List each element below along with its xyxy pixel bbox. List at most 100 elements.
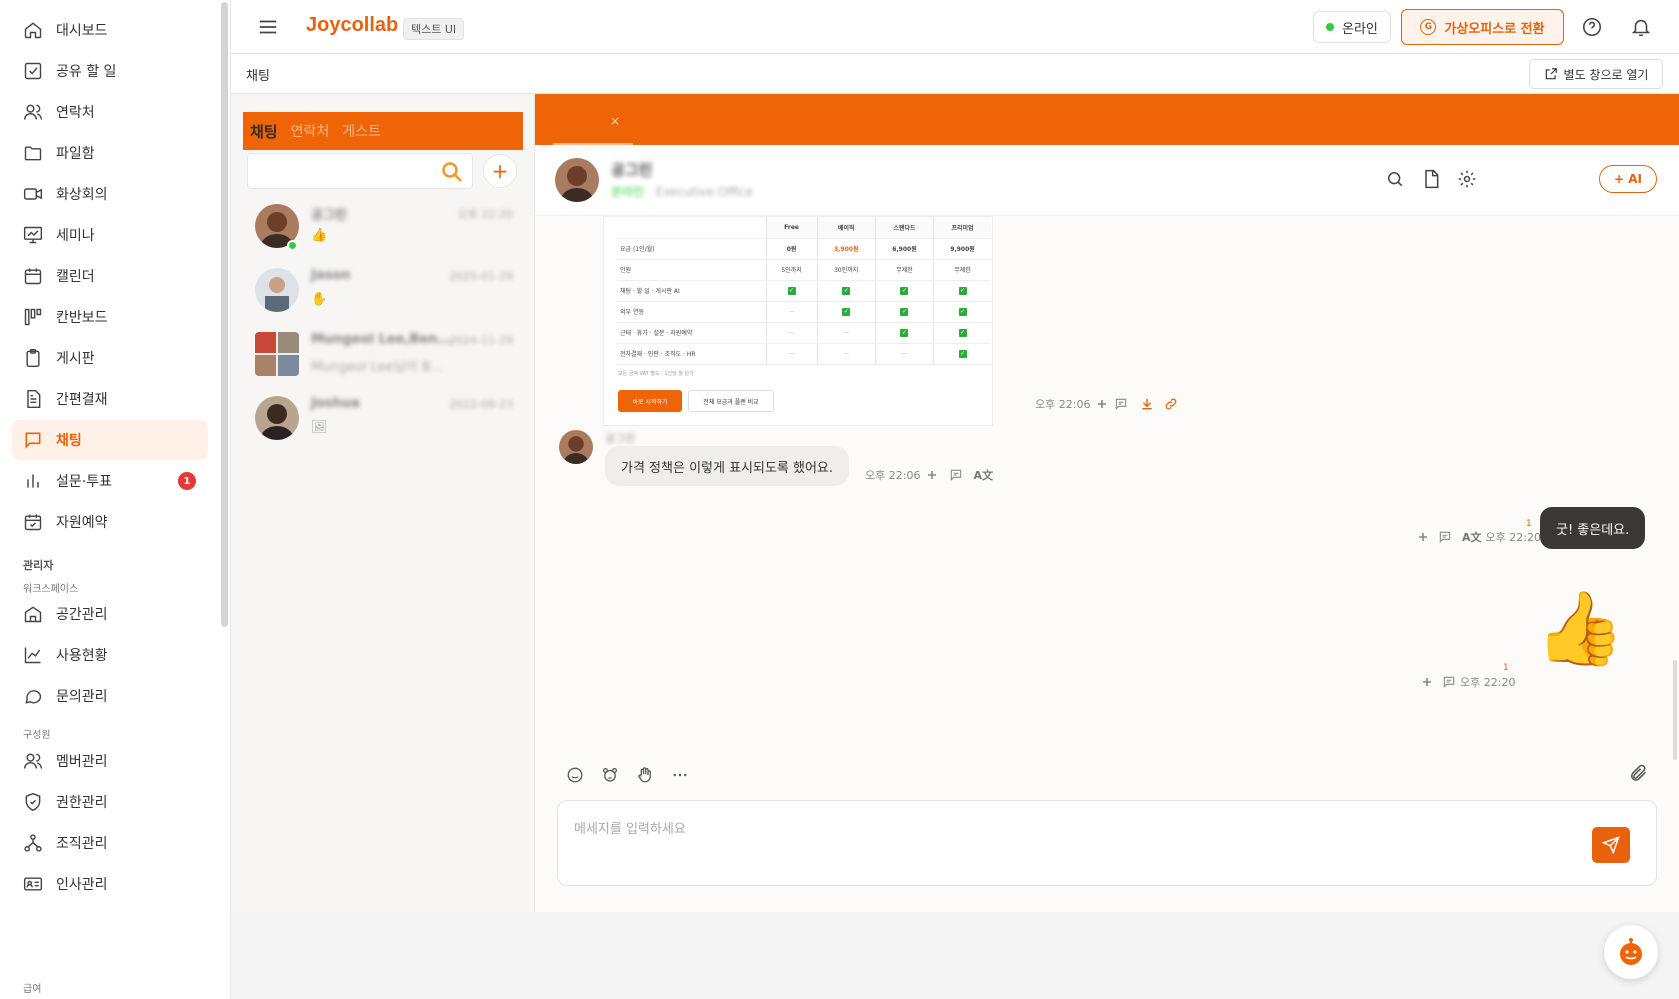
status-selector[interactable]: 온라인 <box>1313 11 1391 43</box>
check-icon: ✓ <box>958 328 967 337</box>
line-chart-icon <box>22 644 44 666</box>
plus-icon[interactable] <box>1097 399 1107 409</box>
sidebar-item-seminar[interactable]: 세미나 <box>12 215 208 255</box>
unread-count: 1 <box>1526 519 1532 529</box>
translate-icon[interactable]: A文 <box>973 467 993 483</box>
avatar[interactable] <box>555 158 599 202</box>
clipboard-icon <box>22 347 44 369</box>
conversation-name: 공그린 <box>311 208 347 223</box>
sidebar-item-chat[interactable]: 채팅 <box>12 420 208 460</box>
new-chat-button[interactable]: + <box>483 154 517 188</box>
reply-icon[interactable] <box>949 468 963 482</box>
online-status-dot <box>1326 23 1334 31</box>
sidebar-item-dashboard[interactable]: 대시보드 <box>12 10 208 50</box>
ai-button[interactable]: + AI <box>1599 165 1657 193</box>
search-icon[interactable] <box>440 160 464 188</box>
chat-search-input[interactable] <box>247 153 473 189</box>
paperclip-icon[interactable] <box>1628 763 1650 785</box>
sidebar-item-contacts[interactable]: 연락처 <box>12 92 208 132</box>
link-icon[interactable] <box>1164 397 1178 411</box>
more-icon[interactable] <box>668 763 692 787</box>
translate-icon[interactable]: A文 <box>1462 529 1482 545</box>
brand-logo[interactable]: Joycollab <box>306 14 398 37</box>
tab-chat[interactable]: 채팅 <box>250 121 278 142</box>
sidebar-item-calendar[interactable]: 캘린더 <box>12 256 208 296</box>
table-cell: 무제한 <box>933 259 991 281</box>
sidebar-item-kanban[interactable]: 칸반보드 <box>12 297 208 337</box>
emoji-icon[interactable] <box>563 763 587 787</box>
group-avatar <box>255 332 299 376</box>
plus-icon[interactable] <box>1418 532 1428 542</box>
sidebar-item-permission[interactable]: 권한관리 <box>12 782 208 822</box>
sidebar-item-reservation[interactable]: 자원예약 <box>12 502 208 542</box>
sidebar-item-video[interactable]: 화상회의 <box>12 174 208 214</box>
table-cell: ✓ <box>933 322 991 344</box>
kanban-icon <box>22 306 44 328</box>
check-icon: ✓ <box>958 286 967 295</box>
sidebar-item-space-admin[interactable]: 공간관리 <box>12 594 208 634</box>
chat-scrollbar[interactable] <box>1673 660 1677 760</box>
calendar-check-icon <box>22 511 44 533</box>
sticker-icon[interactable] <box>598 763 622 787</box>
assistant-bot-button[interactable] <box>1604 925 1658 979</box>
home-icon <box>22 19 44 41</box>
chat-tab-bar: × <box>535 94 1679 145</box>
message-bubble-own[interactable]: 굿! 좋은데요. <box>1540 507 1646 549</box>
close-tab-icon[interactable]: × <box>610 114 620 128</box>
shield-icon <box>22 791 44 813</box>
chat-icon <box>22 429 44 451</box>
search-icon[interactable] <box>1385 169 1407 191</box>
sidebar-item-label: 파일함 <box>56 146 95 162</box>
list-item[interactable]: 공그린 오후 22:20 👍 <box>243 196 523 258</box>
reply-icon[interactable] <box>1442 675 1456 689</box>
check-icon: ✓ <box>900 286 909 295</box>
sidebar-item-files[interactable]: 파일함 <box>12 133 208 173</box>
help-icon[interactable] <box>1581 16 1603 38</box>
table-header-row: Free 베이직 스탠다드 프리미엄 <box>616 217 991 239</box>
avatar[interactable] <box>559 430 593 464</box>
app-root: 대시보드 공유 할 일 연락처 파일함 화상회의 세미나 캘린더 칸반보드 게시… <box>0 0 1679 999</box>
unread-count: 1 <box>1503 663 1509 673</box>
conversation-preview: 🖼 <box>311 420 328 435</box>
gear-icon[interactable] <box>1457 169 1479 191</box>
plus-icon[interactable] <box>927 470 937 480</box>
wave-hand-icon[interactable] <box>633 763 657 787</box>
plus-icon[interactable] <box>1422 677 1432 687</box>
file-icon[interactable] <box>1421 169 1443 191</box>
emoji-message[interactable]: 👍 <box>1535 592 1625 664</box>
table-cell: 외부 연동 <box>616 301 766 323</box>
bell-icon[interactable] <box>1630 16 1652 38</box>
check-icon: ✓ <box>787 286 796 295</box>
hamburger-menu-icon[interactable] <box>257 16 279 38</box>
sidebar-item-usage[interactable]: 사용현황 <box>12 635 208 675</box>
tab-guest[interactable]: 게스트 <box>342 121 381 141</box>
sidebar-item-survey[interactable]: 설문·투표 1 <box>12 461 208 501</box>
download-icon[interactable] <box>1140 397 1154 411</box>
sidebar-item-hr[interactable]: 인사관리 <box>12 864 208 904</box>
sidebar-item-label: 조직관리 <box>56 836 108 852</box>
list-item[interactable]: Joshua 2022-08-23 🖼 <box>243 388 523 450</box>
open-new-window-button[interactable]: 별도 창으로 열기 <box>1529 59 1663 89</box>
table-header-cell: Free <box>765 217 818 239</box>
sidebar-item-shared-todo[interactable]: 공유 할 일 <box>12 51 208 91</box>
sidebar-item-approval[interactable]: 간편결재 <box>12 379 208 419</box>
image-message[interactable]: Free 베이직 스탠다드 프리미엄 요금 (1인/월) 0원 3,900원 6… <box>603 216 993 426</box>
sidebar-scrollbar[interactable] <box>221 2 228 627</box>
sidebar-item-org[interactable]: 조직관리 <box>12 823 208 863</box>
sidebar-item-inquiry[interactable]: 문의관리 <box>12 676 208 716</box>
list-item[interactable]: Jason 2025-01-29 ✋ <box>243 260 523 322</box>
message-bubble[interactable]: 가격 정책은 이렇게 표시되도록 했어요. <box>605 446 850 486</box>
list-item[interactable]: Mungeol Lee,Ben... 2024-11-29 Mungeol Le… <box>243 324 523 386</box>
sidebar: 대시보드 공유 할 일 연락처 파일함 화상회의 세미나 캘린더 칸반보드 게시… <box>0 0 231 999</box>
tab-contacts[interactable]: 연락처 <box>291 121 330 141</box>
send-button[interactable] <box>1592 827 1630 863</box>
reply-icon[interactable] <box>1114 397 1128 411</box>
message-input[interactable]: 메세지를 입력하세요 <box>557 800 1657 886</box>
sidebar-item-member-admin[interactable]: 멤버관리 <box>12 741 208 781</box>
table-cell: ✓ <box>933 343 991 365</box>
virtual-office-button[interactable]: G 가상오피스로 전환 <box>1401 9 1564 45</box>
table-cell: 전자결재 · 인판 · 조직도 · HR <box>616 343 766 365</box>
reply-icon[interactable] <box>1438 530 1452 544</box>
sidebar-item-board[interactable]: 게시판 <box>12 338 208 378</box>
table-cell: 9,900원 <box>933 238 991 260</box>
